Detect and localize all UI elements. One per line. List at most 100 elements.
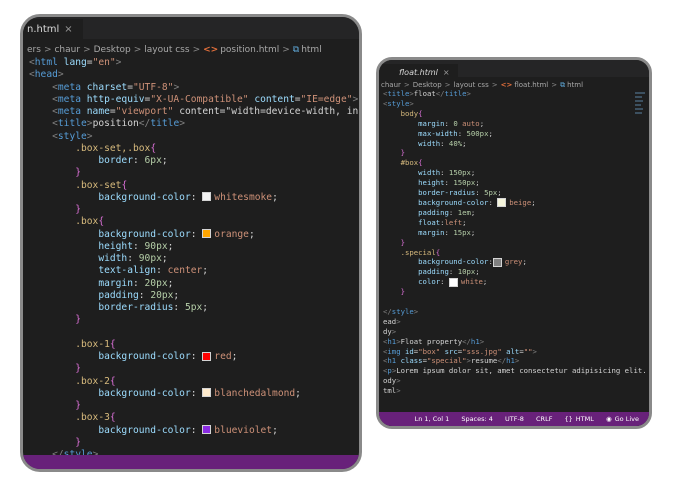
code-line[interactable]: } xyxy=(383,148,649,158)
language-mode[interactable]: HTML xyxy=(576,415,594,423)
code-line[interactable]: width: 150px; xyxy=(383,168,649,178)
tab-bar: n.html × xyxy=(23,17,359,41)
code-line[interactable]: <h1>Float property</h1> xyxy=(383,337,649,347)
code-line[interactable]: background-color: orange; xyxy=(29,229,359,241)
tab-position-html[interactable]: n.html × xyxy=(23,19,83,41)
code-line[interactable]: .box-2{ xyxy=(29,376,359,388)
code-line[interactable]: background-color: red; xyxy=(29,351,359,363)
chevron-right-icon: > xyxy=(133,45,142,55)
code-line[interactable]: height: 90px; xyxy=(29,241,359,253)
code-line[interactable]: border: 6px; xyxy=(29,155,359,167)
code-line[interactable]: } xyxy=(29,437,359,449)
code-line[interactable]: ead> xyxy=(383,317,649,327)
code-line[interactable]: tml> xyxy=(383,386,649,396)
code-line[interactable]: width: 40%; xyxy=(383,139,649,149)
color-swatch[interactable] xyxy=(448,277,458,287)
code-line[interactable]: } xyxy=(29,314,359,326)
breadcrumb-item[interactable]: layout css xyxy=(144,45,189,55)
code-line[interactable]: max-width: 500px; xyxy=(383,129,649,139)
code-line[interactable]: width: 90px; xyxy=(29,253,359,265)
code-line[interactable]: dy> xyxy=(383,327,649,337)
go-live-button[interactable]: Go Live xyxy=(615,415,639,423)
code-line[interactable]: </style> xyxy=(383,307,649,317)
code-line[interactable]: background-color: beige; xyxy=(383,198,649,208)
eol-status[interactable]: CRLF xyxy=(536,415,552,423)
code-line[interactable]: border-radius: 5px; xyxy=(383,188,649,198)
code-line[interactable]: .special{ xyxy=(383,248,649,258)
html-file-icon: <> xyxy=(203,45,219,55)
code-line[interactable]: .box{ xyxy=(29,216,359,228)
code-line[interactable]: background-color: blueviolet; xyxy=(29,425,359,437)
code-line[interactable]: <head> xyxy=(29,69,359,81)
code-line[interactable]: color: white; xyxy=(383,277,649,287)
code-line[interactable]: } xyxy=(383,238,649,248)
code-line[interactable]: padding: 20px; xyxy=(29,290,359,302)
code-area[interactable]: <html lang="en"> <head> <meta charset="UT… xyxy=(23,57,359,455)
color-swatch[interactable] xyxy=(202,229,212,238)
code-line[interactable]: <meta charset="UTF-8"> xyxy=(29,82,359,94)
code-line[interactable]: } xyxy=(29,167,359,179)
code-line[interactable]: <img id="box" src="sss.jpg" alt=""> xyxy=(383,347,649,357)
code-area[interactable]: <title>float</title> <style> body{ margin… xyxy=(379,89,649,408)
close-icon[interactable]: × xyxy=(64,24,72,35)
code-line[interactable]: border-radius: 5px; xyxy=(29,302,359,314)
left-editor-window: n.html × ers > chaur > Desktop > layout css > <> p… xyxy=(20,14,362,472)
code-line[interactable]: background-color: grey; xyxy=(383,257,649,267)
code-line[interactable]: padding: 10px; xyxy=(383,267,649,277)
color-swatch[interactable] xyxy=(497,198,507,208)
code-line[interactable]: } xyxy=(29,363,359,375)
code-line[interactable]: <p>Lorem ipsum dolor sit, amet consectet… xyxy=(383,366,649,376)
chevron-right-icon: > xyxy=(491,81,498,89)
code-line[interactable]: .box-3{ xyxy=(29,412,359,424)
element-icon: ⧉ xyxy=(560,81,566,89)
code-line[interactable]: <title>float</title> xyxy=(383,89,649,99)
code-line[interactable]: float:left; xyxy=(383,218,649,228)
code-line[interactable]: <style> xyxy=(29,131,359,143)
code-line[interactable]: ody> xyxy=(383,376,649,386)
indentation-status[interactable]: Spaces: 4 xyxy=(461,415,493,423)
chevron-right-icon: > xyxy=(282,45,290,55)
close-icon[interactable]: × xyxy=(443,68,450,77)
code-line[interactable]: margin: 20px; xyxy=(29,278,359,290)
code-line[interactable]: .box-set{ xyxy=(29,180,359,192)
code-line[interactable]: body{ xyxy=(383,109,649,119)
color-swatch[interactable] xyxy=(202,425,212,434)
color-swatch[interactable] xyxy=(492,257,502,267)
code-line[interactable]: } xyxy=(29,204,359,216)
code-line[interactable]: .box-1{ xyxy=(29,339,359,351)
breadcrumb-item[interactable]: chaur xyxy=(54,45,80,55)
breadcrumb-item[interactable]: ers xyxy=(27,45,41,55)
color-swatch[interactable] xyxy=(202,388,212,398)
code-line[interactable]: <meta name="viewport" content="width=dev… xyxy=(29,106,359,118)
code-line[interactable]: background-color: whitesmoke; xyxy=(29,192,359,204)
code-line[interactable]: } xyxy=(29,400,359,412)
code-line[interactable]: background-color: blanchedalmond; xyxy=(29,388,359,400)
encoding-status[interactable]: UTF-8 xyxy=(505,415,524,423)
code-line[interactable]: margin: 0 auto; xyxy=(383,119,649,129)
code-line[interactable]: padding: 1em; xyxy=(383,208,649,218)
breadcrumb-item[interactable]: position.html xyxy=(220,45,279,55)
color-swatch[interactable] xyxy=(202,192,212,202)
code-line[interactable]: <h1 class="special">resume</h1> xyxy=(383,356,649,366)
code-line[interactable]: <html lang="en"> xyxy=(29,57,359,69)
code-line[interactable]: <style> xyxy=(383,99,649,109)
code-line[interactable] xyxy=(383,297,649,307)
breadcrumb-item[interactable]: float.html xyxy=(514,81,548,89)
code-line[interactable]: } xyxy=(383,287,649,297)
breadcrumb-item[interactable]: layout css xyxy=(454,81,489,89)
breadcrumb-item[interactable]: chaur xyxy=(381,81,401,89)
cursor-position[interactable]: Ln 1, Col 1 xyxy=(415,415,450,423)
code-line[interactable]: text-align: center; xyxy=(29,265,359,277)
breadcrumb-item[interactable]: Desktop xyxy=(413,81,442,89)
breadcrumb-item[interactable]: html xyxy=(567,81,583,89)
breadcrumb-item[interactable]: html xyxy=(301,45,322,55)
color-swatch[interactable] xyxy=(202,351,212,361)
code-line[interactable]: <meta http-equiv="X-UA-Compatible" conte… xyxy=(29,94,359,106)
code-line[interactable]: margin: 15px; xyxy=(383,228,649,238)
breadcrumb-item[interactable]: Desktop xyxy=(94,45,131,55)
code-line[interactable]: .box-set,.box{ xyxy=(29,143,359,155)
code-line[interactable]: <title>position</title> xyxy=(29,118,359,130)
code-line[interactable]: height: 150px; xyxy=(383,178,649,188)
code-line[interactable] xyxy=(29,327,359,339)
code-line[interactable]: #box{ xyxy=(383,158,649,168)
